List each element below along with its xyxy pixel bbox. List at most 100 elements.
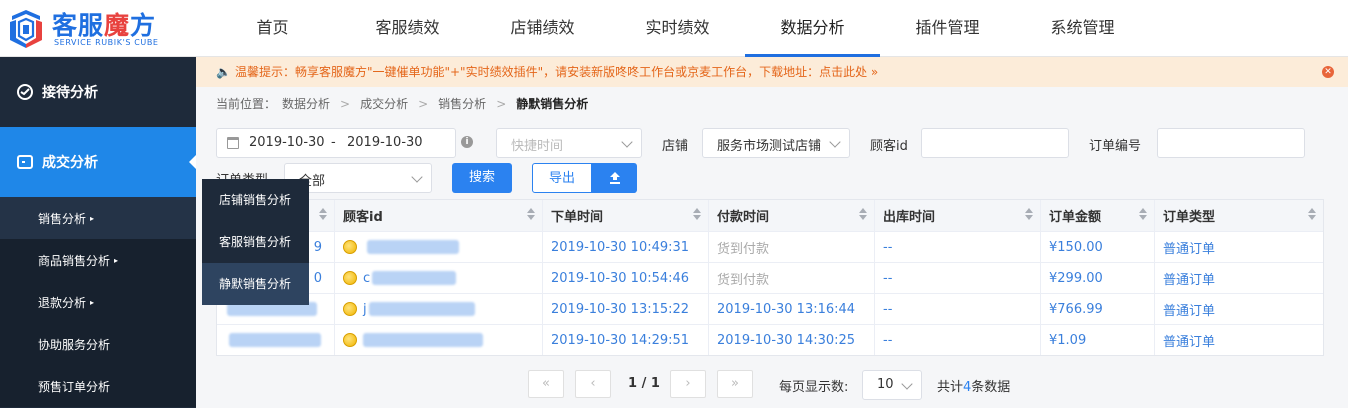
calendar-icon — [227, 137, 239, 149]
search-button[interactable]: 搜索 — [452, 163, 512, 193]
total-prefix: 共计 — [937, 380, 964, 395]
table-row: 2019-10-30 14:29:51 2019-10-30 14:30:25 … — [217, 324, 1323, 355]
sidebar-item-presale-order-analysis[interactable]: 预售订单分析 — [0, 365, 196, 407]
speaker-icon: 🔈 — [216, 65, 231, 79]
brand-logo[interactable]: 客服魔方 SERVICE RUBIK'S CUBE — [6, 6, 186, 50]
reception-icon — [16, 83, 34, 101]
date-start: 2019-10-30 — [249, 135, 325, 150]
column-header-order-type[interactable]: 订单类型 — [1155, 200, 1323, 231]
info-icon[interactable]: i — [461, 136, 473, 148]
sidebar-item-refund-analysis[interactable]: 退款分析 ▸ — [0, 281, 196, 323]
sidebar-item-label: 销售分析 — [38, 211, 87, 226]
sort-icon[interactable] — [1025, 208, 1033, 220]
breadcrumb: 当前位置： 数据分析 > 成交分析 > 销售分析 > 静默销售分析 — [216, 95, 594, 112]
column-header-pay-time[interactable]: 付款时间 — [709, 200, 875, 231]
order-no-text: 9 — [313, 239, 322, 255]
order-type-cell: 普通订单 — [1163, 241, 1216, 257]
nav-plugin-management[interactable]: 插件管理 — [880, 0, 1015, 57]
coin-icon — [343, 333, 357, 347]
sidebar-group-reception[interactable]: 接待分析 — [0, 57, 196, 127]
nav-home[interactable]: 首页 — [205, 0, 340, 57]
breadcrumb-item[interactable]: 数据分析 — [282, 97, 330, 111]
shop-select[interactable]: 服务市场测试店铺 — [702, 128, 850, 158]
flyout-item-silent-sales[interactable]: 静默销售分析 — [202, 263, 309, 305]
amount-cell: ¥299.00 — [1041, 263, 1155, 293]
column-header-label: 顾客id — [343, 210, 383, 225]
breadcrumb-item[interactable]: 销售分析 — [438, 97, 486, 111]
chevron-down-icon — [829, 136, 841, 148]
sidebar-group-label: 接待分析 — [42, 85, 98, 101]
order-no-label: 订单编号 — [1089, 139, 1142, 154]
sort-icon[interactable] — [527, 208, 535, 220]
order-type-cell: 普通订单 — [1163, 272, 1216, 288]
sort-icon[interactable] — [319, 208, 327, 220]
upload-icon — [609, 172, 620, 184]
nav-data-analysis[interactable]: 数据分析 — [745, 0, 880, 57]
table-row: j 2019-10-30 13:15:22 2019-10-30 13:16:4… — [217, 293, 1323, 324]
flyout-item-shop-sales[interactable]: 店铺销售分析 — [202, 179, 309, 221]
customer-id-cell[interactable] — [335, 232, 543, 262]
column-header-label: 订单类型 — [1163, 210, 1216, 225]
column-header-label: 订单金额 — [1049, 210, 1102, 225]
column-header-order-time[interactable]: 下单时间 — [543, 200, 709, 231]
sidebar-item-sales-analysis[interactable]: 销售分析 ▸ — [0, 197, 196, 239]
chevron-down-icon — [621, 136, 633, 148]
redacted-text — [368, 302, 475, 316]
close-icon[interactable]: ✕ — [1322, 66, 1334, 78]
sort-icon[interactable] — [693, 208, 701, 220]
sidebar-group-deal[interactable]: 成交分析 — [0, 127, 196, 197]
nav-agent-performance[interactable]: 客服绩效 — [340, 0, 475, 57]
customer-id-cell[interactable]: c — [335, 263, 543, 293]
breadcrumb-separator: > — [418, 97, 429, 111]
flyout-item-agent-sales[interactable]: 客服销售分析 — [202, 221, 309, 263]
customer-id-input[interactable] — [921, 128, 1069, 158]
orders-table: 顾客id 下单时间 付款时间 出库时间 订单金额 订单类型 9 2019-10-… — [216, 199, 1324, 356]
brand-subtitle: SERVICE RUBIK'S CUBE — [54, 38, 159, 47]
sort-icon[interactable] — [859, 208, 867, 220]
coin-icon — [343, 271, 357, 285]
sort-icon[interactable] — [1308, 208, 1316, 220]
prev-page-button[interactable]: ‹ — [575, 370, 611, 398]
export-button[interactable]: 导出 — [532, 163, 592, 193]
breadcrumb-separator: > — [496, 97, 507, 111]
quick-time-select[interactable]: 快捷时间 — [496, 128, 642, 158]
per-page-select[interactable]: 10 — [862, 370, 922, 400]
cube-logo-icon — [10, 10, 42, 48]
customer-id-cell[interactable] — [335, 325, 543, 355]
order-type-cell: 普通订单 — [1163, 303, 1216, 319]
out-time-cell: -- — [875, 325, 1041, 355]
column-header-customer-id[interactable]: 顾客id — [335, 200, 543, 231]
per-page-label: 每页显示数: — [779, 380, 849, 395]
upload-button[interactable] — [592, 163, 637, 193]
quick-time-placeholder: 快捷时间 — [511, 139, 564, 154]
nav-system-management[interactable]: 系统管理 — [1015, 0, 1150, 57]
customer-id-cell[interactable]: j — [335, 294, 543, 324]
sort-icon[interactable] — [1139, 208, 1147, 220]
order-no-cell[interactable] — [217, 325, 335, 355]
nav-shop-performance[interactable]: 店铺绩效 — [475, 0, 610, 57]
pay-time-cell: 货到付款 — [709, 232, 875, 262]
sidebar-item-assist-service-analysis[interactable]: 协助服务分析 — [0, 323, 196, 365]
chevron-down-icon — [411, 171, 423, 183]
order-time-cell: 2019-10-30 10:49:31 — [543, 232, 709, 262]
sidebar-item-label: 预售订单分析 — [38, 379, 111, 394]
nav-realtime-performance[interactable]: 实时绩效 — [610, 0, 745, 57]
first-page-button[interactable]: « — [528, 370, 564, 398]
top-nav: 首页 客服绩效 店铺绩效 实时绩效 数据分析 插件管理 系统管理 — [205, 0, 1150, 57]
column-header-amount[interactable]: 订单金额 — [1041, 200, 1155, 231]
chevron-right-icon: ▸ — [90, 297, 95, 307]
breadcrumb-item[interactable]: 成交分析 — [360, 97, 408, 111]
total-count: 共计4条数据 — [937, 376, 1010, 395]
last-page-button[interactable]: » — [717, 370, 753, 398]
next-page-button[interactable]: › — [670, 370, 706, 398]
order-no-input[interactable] — [1157, 128, 1305, 158]
amount-cell: ¥766.99 — [1041, 294, 1155, 324]
total-suffix: 条数据 — [971, 380, 1011, 395]
sidebar-item-product-sales-analysis[interactable]: 商品销售分析 ▸ — [0, 239, 196, 281]
column-header-out-time[interactable]: 出库时间 — [875, 200, 1041, 231]
sidebar-item-label: 退款分析 — [38, 295, 87, 310]
date-range-picker[interactable]: 2019-10-30 - 2019-10-30 — [216, 128, 456, 158]
coin-icon — [343, 240, 357, 254]
deal-icon — [16, 153, 34, 171]
notice-text[interactable]: 温馨提示：畅享客服魔方"一键催单功能"+"实时绩效插件"，请安装新版咚咚工作台或… — [235, 65, 878, 79]
